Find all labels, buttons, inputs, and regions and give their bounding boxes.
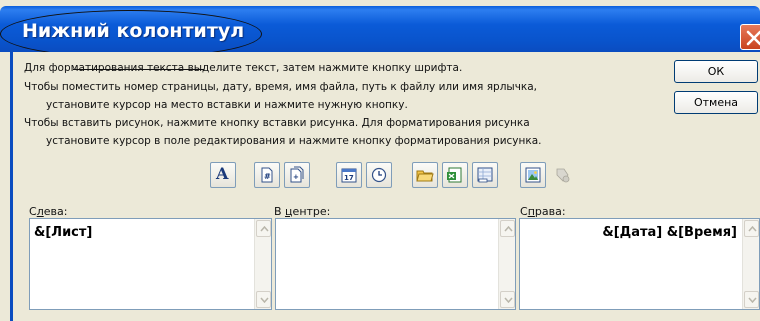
left-section-label: Слева:: [29, 205, 68, 218]
chevron-up-icon: [260, 226, 269, 232]
format-picture-icon: [556, 168, 570, 183]
folder-icon: [416, 170, 434, 182]
time-button[interactable]: [366, 162, 392, 188]
instruction-line-4: Чтобы вставить рисунок, нажмите кнопку в…: [24, 117, 530, 129]
scroll-down-button[interactable]: [500, 291, 515, 308]
close-button[interactable]: [740, 24, 760, 50]
left-section-editbox[interactable]: &[Лист]: [29, 218, 272, 310]
right-section-text: &[Дата] &[Время]: [602, 225, 737, 240]
picture-icon: [525, 167, 541, 183]
cancel-button[interactable]: Отмена: [674, 91, 758, 114]
strikethrough-mark: [73, 69, 204, 70]
scroll-down-button[interactable]: [256, 291, 271, 308]
svg-text:17: 17: [344, 174, 354, 182]
left-section-text: &[Лист]: [34, 225, 93, 240]
font-button[interactable]: A: [210, 162, 236, 188]
font-icon: A: [216, 164, 229, 183]
file-name-button[interactable]: [442, 162, 468, 188]
file-path-button[interactable]: [412, 162, 438, 188]
dialog-title: Нижний колонтитул: [22, 20, 245, 42]
svg-text:#: #: [264, 172, 271, 181]
chevron-down-icon: [260, 297, 269, 303]
scroll-up-button[interactable]: [256, 220, 271, 237]
format-picture-button[interactable]: [550, 162, 576, 188]
right-scrollbar[interactable]: [742, 219, 759, 309]
center-section-editbox[interactable]: [275, 218, 516, 310]
ok-button[interactable]: ОК: [674, 60, 758, 83]
title-bar[interactable]: Нижний колонтитул: [0, 6, 760, 52]
scroll-up-button[interactable]: [500, 220, 515, 237]
right-section-label: Справа:: [520, 205, 566, 218]
chevron-up-icon: [504, 226, 513, 232]
right-section-editbox[interactable]: &[Дата] &[Время]: [519, 218, 760, 310]
excel-file-icon: [447, 167, 462, 183]
svg-text:+: +: [293, 173, 299, 181]
footer-dialog: Нижний колонтитул Для форматирования тек…: [0, 0, 760, 321]
sheet-name-button[interactable]: [472, 162, 498, 188]
left-scrollbar[interactable]: [254, 219, 271, 309]
scroll-down-button[interactable]: [744, 291, 759, 308]
instruction-line-2: Чтобы поместить номер страницы, дату, вр…: [24, 81, 538, 93]
date-icon: 17: [341, 168, 357, 183]
instruction-line-1: Для форматирования текста выделите текст…: [24, 62, 463, 74]
sheet-tab-icon: [477, 167, 493, 183]
chevron-down-icon: [504, 297, 513, 303]
instruction-line-3: установите курсор на место вставки и наж…: [46, 99, 408, 111]
instruction-line-5: установите курсор в поле редактирования …: [46, 135, 542, 147]
date-button[interactable]: 17: [336, 162, 362, 188]
scroll-up-button[interactable]: [744, 220, 759, 237]
chevron-up-icon: [748, 226, 757, 232]
chevron-down-icon: [748, 297, 757, 303]
page-number-icon: #: [261, 167, 273, 183]
page-count-icon: +: [290, 166, 304, 183]
page-count-button[interactable]: +: [284, 162, 310, 188]
center-scrollbar[interactable]: [498, 219, 515, 309]
close-icon: [746, 30, 760, 46]
center-section-label: В центре:: [274, 205, 331, 218]
clock-icon: [371, 167, 387, 183]
insert-picture-button[interactable]: [520, 162, 546, 188]
page-number-button[interactable]: #: [254, 162, 280, 188]
